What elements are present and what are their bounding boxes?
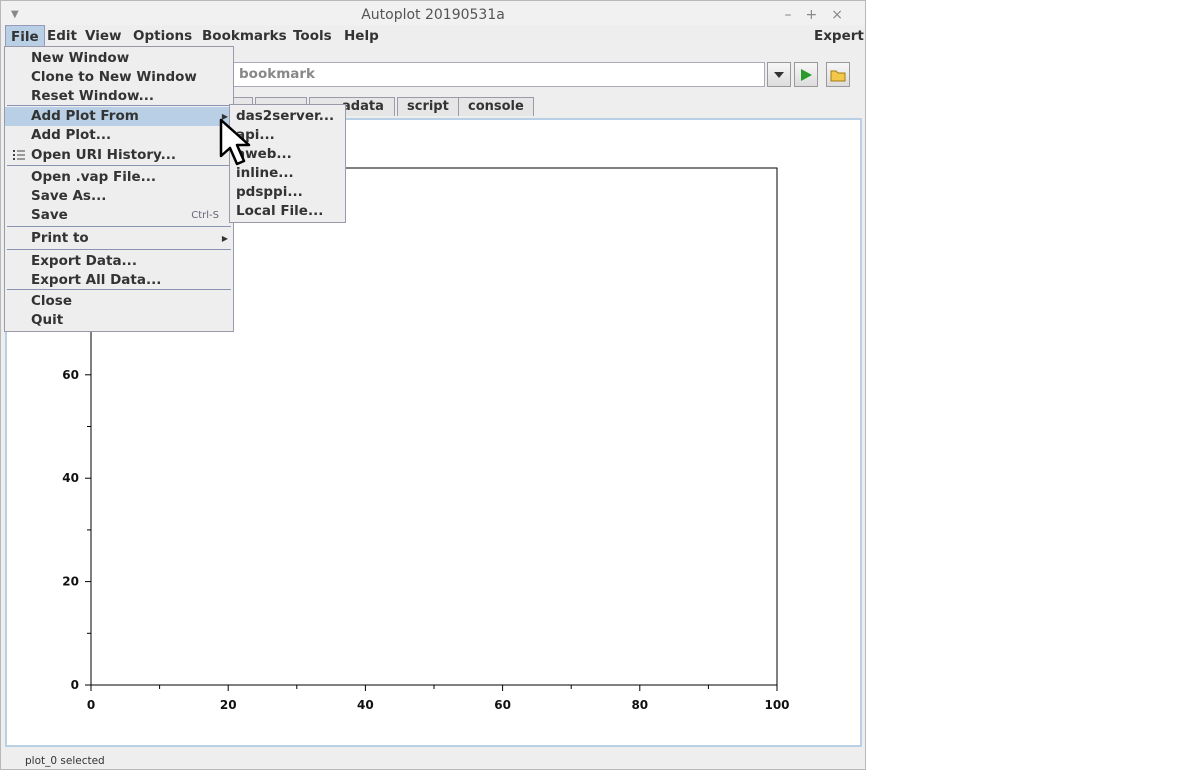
submenu-item-label: Local File... [236, 203, 324, 219]
x-tick-label: 60 [494, 698, 511, 712]
y-tick-label: 60 [62, 368, 79, 382]
menu-item-label: Open .vap File... [31, 169, 157, 185]
menu-separator [7, 249, 231, 250]
close-icon[interactable]: × [831, 7, 857, 23]
submenu-item-pdsppi[interactable]: pdsppi... [230, 183, 345, 202]
menu-item-label: Export Data... [31, 253, 137, 269]
submenu-arrow-icon: ▶ [221, 234, 228, 243]
menu-view[interactable]: View [80, 25, 126, 47]
menu-item-label: Save [31, 207, 68, 223]
chevron-down-icon [774, 71, 784, 78]
menu-separator [7, 289, 231, 290]
menu-item-label: Print to [31, 230, 89, 246]
menu-file[interactable]: File [5, 25, 45, 47]
menu-item-label: Open URI History... [31, 147, 176, 163]
tab-script[interactable]: script [397, 97, 459, 116]
menu-item-label: New Window [31, 50, 130, 66]
menu-item-quit[interactable]: Quit [5, 311, 233, 330]
y-tick-label: 20 [62, 575, 79, 589]
folder-icon [830, 70, 846, 81]
menu-item-print-to[interactable]: Print to ▶ [5, 229, 233, 248]
menu-options[interactable]: Options [128, 25, 197, 47]
menu-item-label: Close [31, 293, 73, 309]
menu-item-export-all-data[interactable]: Export All Data... [5, 271, 233, 290]
tab-console[interactable]: console [458, 97, 534, 116]
menu-tools[interactable]: Tools [288, 25, 337, 47]
uri-input[interactable]: bookmark [233, 62, 765, 87]
menu-item-label: Clone to New Window [31, 69, 197, 85]
menu-item-close[interactable]: Close [5, 292, 233, 311]
menu-item-save-as[interactable]: Save As... [5, 187, 233, 206]
menu-item-clone-to-new-window[interactable]: Clone to New Window [5, 68, 233, 87]
expert-mode-label[interactable]: Expert [809, 25, 869, 47]
play-icon [801, 68, 812, 81]
x-tick-label: 100 [764, 698, 789, 712]
mouse-cursor-icon [219, 118, 251, 166]
uri-dropdown-button[interactable] [767, 62, 791, 87]
minimize-icon[interactable]: – [785, 7, 806, 23]
menu-item-add-plot[interactable]: Add Plot... [5, 126, 233, 145]
menu-edit[interactable]: Edit [42, 25, 82, 47]
menu-bar: File Edit View Options Bookmarks Tools H… [1, 25, 865, 47]
menu-item-label: Export All Data... [31, 272, 162, 288]
submenu-item-local-file[interactable]: Local File... [230, 202, 345, 221]
menu-item-open-uri-history[interactable]: Open URI History... [5, 146, 233, 165]
menu-separator [7, 105, 231, 106]
submenu-item-label: pdsppi... [236, 184, 303, 200]
x-tick-label: 80 [631, 698, 648, 712]
menu-item-reset-window[interactable]: Reset Window... [5, 87, 233, 106]
file-menu: New Window Clone to New Window Reset Windo… [4, 46, 234, 332]
menu-item-label: Save As... [31, 188, 107, 204]
menu-accelerator: Ctrl-S [191, 210, 219, 221]
menu-item-add-plot-from[interactable]: Add Plot From ▶ [5, 107, 233, 126]
x-tick-label: 40 [357, 698, 374, 712]
go-button[interactable] [794, 62, 818, 87]
menu-bookmarks[interactable]: Bookmarks [197, 25, 292, 47]
menu-item-save[interactable]: Save Ctrl-S [5, 206, 233, 225]
window-title: Autoplot 20190531a [361, 7, 505, 23]
menu-item-label: Add Plot From [31, 108, 139, 124]
menu-separator [7, 226, 231, 227]
menu-help[interactable]: Help [339, 25, 384, 47]
menu-item-new-window[interactable]: New Window [5, 49, 233, 68]
menu-item-open-vap-file[interactable]: Open .vap File... [5, 168, 233, 187]
x-tick-label: 0 [87, 698, 95, 712]
y-tick-label: 0 [71, 678, 79, 692]
menu-item-label: Add Plot... [31, 127, 112, 143]
status-text: plot_0 selected [25, 755, 105, 767]
open-file-button[interactable] [826, 62, 850, 87]
y-tick-label: 40 [62, 471, 79, 485]
menu-item-label: Reset Window... [31, 88, 154, 104]
x-tick-label: 20 [220, 698, 237, 712]
maximize-icon[interactable]: + [806, 7, 832, 23]
menu-item-label: Quit [31, 312, 64, 328]
menu-separator [7, 165, 231, 166]
menu-item-export-data[interactable]: Export Data... [5, 252, 233, 271]
